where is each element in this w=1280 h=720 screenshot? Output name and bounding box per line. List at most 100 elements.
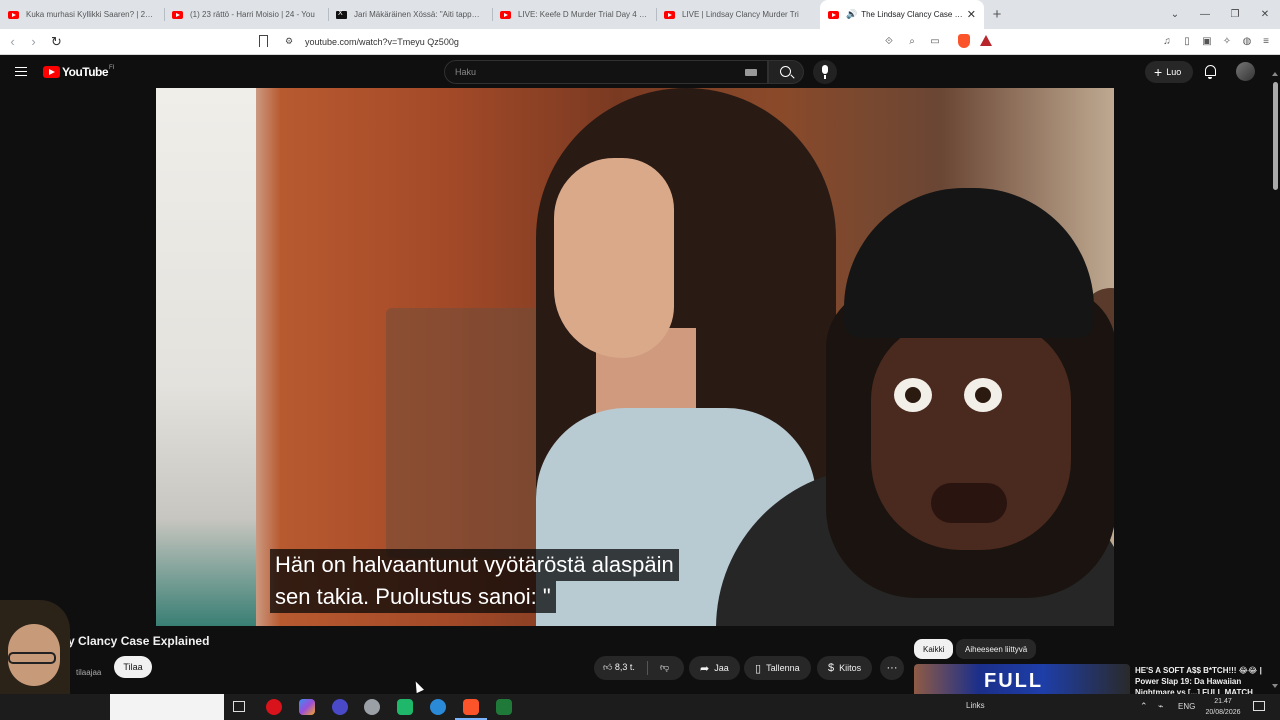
scroll-up-icon[interactable] — [1272, 72, 1278, 76]
url-field[interactable]: youtube.com/watch?v=Tmeyu Qz500g — [305, 37, 459, 47]
streamer-eye-left — [894, 378, 932, 412]
clock-date: 20/08/2026 — [1205, 709, 1241, 716]
save-button[interactable]: ▯ Tallenna — [744, 656, 811, 680]
tab-title: LIVE: Keefe D Murder Trial Day 4 | Off — [518, 10, 648, 19]
notifications-bell-icon[interactable] — [1205, 65, 1216, 79]
leo-icon[interactable]: ✧ — [1220, 34, 1234, 48]
site-settings-icon[interactable]: ⚙ — [285, 36, 293, 47]
media-player-icon[interactable] — [496, 699, 512, 715]
caption-line: sen takia. Puolustus sanoi: " — [270, 581, 556, 613]
scroll-down-icon[interactable] — [1272, 684, 1278, 688]
search-button[interactable] — [768, 60, 804, 84]
browser-tab[interactable]: Jari Mäkäräinen Xössä: "Aiti tappaa k — [328, 0, 492, 29]
maximize-icon[interactable]: ❐ — [1220, 0, 1250, 29]
language-indicator[interactable]: ENG — [1178, 702, 1195, 711]
youtube-logo[interactable]: YouTube FI — [43, 65, 114, 79]
edge-icon[interactable] — [430, 699, 446, 715]
close-tab-icon[interactable]: ✕ — [967, 8, 976, 21]
notifications-icon[interactable] — [1253, 701, 1265, 711]
streamer-cap — [844, 188, 1094, 338]
like-button[interactable]: 👍︎ 8,3 t. — [603, 662, 635, 673]
clock[interactable]: 21.47 20/08/2026 — [1200, 696, 1246, 718]
share-icon: ➦ — [700, 662, 710, 675]
copilot-icon[interactable] — [299, 699, 315, 715]
translate-icon[interactable]: ⟐ — [882, 34, 896, 48]
menu-icon[interactable]: ≡ — [1259, 34, 1273, 48]
search-input[interactable]: Haku — [444, 60, 768, 84]
youtube-icon — [8, 10, 19, 19]
sidebar-icon[interactable]: ▯ — [1180, 34, 1194, 48]
share-button[interactable]: ➦ Jaa — [689, 656, 740, 680]
close-window-icon[interactable]: ✕ — [1250, 0, 1280, 29]
chip-all[interactable]: Kaikki — [914, 639, 954, 659]
taskbar-search-box[interactable] — [110, 694, 224, 720]
save-label: Tallenna — [766, 663, 800, 673]
opera-icon[interactable] — [266, 699, 282, 715]
forward-icon[interactable]: › — [23, 34, 44, 49]
reload-icon[interactable]: ↻ — [46, 34, 67, 50]
cast-icon[interactable]: ▭ — [928, 34, 942, 48]
caption-line: Hän on halvaantunut vyötäröstä alaspäin — [270, 549, 679, 581]
avatar[interactable] — [1236, 62, 1255, 81]
new-tab-button[interactable]: + — [984, 0, 1010, 29]
scrollbar-thumb[interactable] — [1273, 82, 1278, 190]
thanks-button[interactable]: $ Kiitos — [817, 656, 873, 680]
browser-tab[interactable]: Kuka murhasi Kyllikki Saaren? | 23 m — [0, 0, 164, 29]
task-view-icon[interactable] — [233, 701, 245, 712]
youtube-icon — [664, 10, 675, 19]
officer-figure — [156, 88, 256, 626]
browser-tab[interactable]: LIVE: Keefe D Murder Trial Day 4 | Off — [492, 0, 656, 29]
chrome-icon[interactable] — [332, 699, 348, 715]
plus-icon: + — [1154, 64, 1163, 80]
thumbs-up-icon: 👍︎ — [603, 662, 613, 672]
page-scrollbar[interactable] — [1270, 70, 1280, 690]
share-label: Jaa — [714, 663, 729, 673]
youtube-icon — [172, 10, 183, 19]
links-toolbar[interactable]: Links — [966, 701, 985, 710]
brave-shields-icon[interactable] — [958, 34, 970, 48]
tab-title: The Lindsay Clancy Case Expl — [861, 10, 963, 19]
app-icon[interactable] — [364, 699, 380, 715]
dislike-button[interactable]: 👎︎ — [660, 662, 669, 673]
like-count: 8,3 t. — [614, 662, 635, 672]
youtube-icon — [828, 10, 839, 19]
address-bar: ‹ › ↻ ⚙ youtube.com/watch?v=Tmeyu Qz500g… — [0, 29, 1280, 55]
chip-related[interactable]: Aiheeseen liittyvä — [956, 639, 1037, 659]
tab-title: Kuka murhasi Kyllikki Saaren? | 23 m — [26, 10, 156, 19]
brave-rewards-icon[interactable] — [980, 35, 992, 46]
more-actions-icon[interactable]: ··· — [880, 656, 904, 680]
x-icon — [336, 10, 347, 19]
video-captions: Hän on halvaantunut vyötäröstä alaspäin … — [270, 549, 679, 613]
media-icon[interactable]: ♫ — [1160, 34, 1174, 48]
minimize-icon[interactable]: — — [1190, 0, 1220, 29]
youtube-header: YouTube FI Haku + Luo — [0, 56, 1280, 88]
tab-search-icon[interactable]: ⌄ — [1160, 0, 1190, 29]
voice-search-icon[interactable] — [813, 60, 837, 84]
keyboard-icon[interactable] — [745, 69, 757, 76]
bookmark-save-icon: ▯ — [755, 662, 762, 675]
country-code: FI — [109, 65, 115, 71]
vpn-icon[interactable]: ◍ — [1240, 34, 1254, 48]
streamer-eye-right — [964, 378, 1002, 412]
woman-face — [554, 158, 674, 358]
browser-tab-active[interactable]: 🔊 The Lindsay Clancy Case Expl ✕ — [820, 0, 984, 29]
browser-tab[interactable]: LIVE | Lindsay Clancy Murder Tri — [656, 0, 820, 29]
video-player[interactable] — [156, 88, 1114, 626]
thumbs-down-icon: 👎︎ — [660, 662, 670, 672]
tray-chevron-icon[interactable]: ⌃ — [1140, 701, 1148, 712]
browser-tab[interactable]: (1) 23 rättö - Harri Moisio | 24 - You — [164, 0, 328, 29]
subscribe-button[interactable]: Tilaa — [114, 656, 152, 678]
network-icon[interactable]: ⌁ — [1158, 701, 1163, 712]
wallet-icon[interactable]: ▣ — [1200, 34, 1214, 48]
create-button[interactable]: + Luo — [1145, 61, 1193, 83]
recommended-thumbnail[interactable]: FULL — [914, 664, 1130, 694]
zoom-icon[interactable]: ⌕ — [905, 34, 919, 48]
brave-taskbar-icon[interactable] — [455, 699, 487, 720]
video-title: y Clancy Case Explained — [68, 634, 210, 648]
bookmark-icon[interactable] — [259, 35, 268, 47]
calendar-app-icon[interactable] — [397, 699, 413, 715]
hamburger-menu-icon[interactable] — [15, 67, 27, 76]
back-icon[interactable]: ‹ — [2, 34, 23, 49]
youtube-play-icon — [43, 66, 60, 78]
speaker-icon[interactable]: 🔊 — [846, 9, 857, 20]
